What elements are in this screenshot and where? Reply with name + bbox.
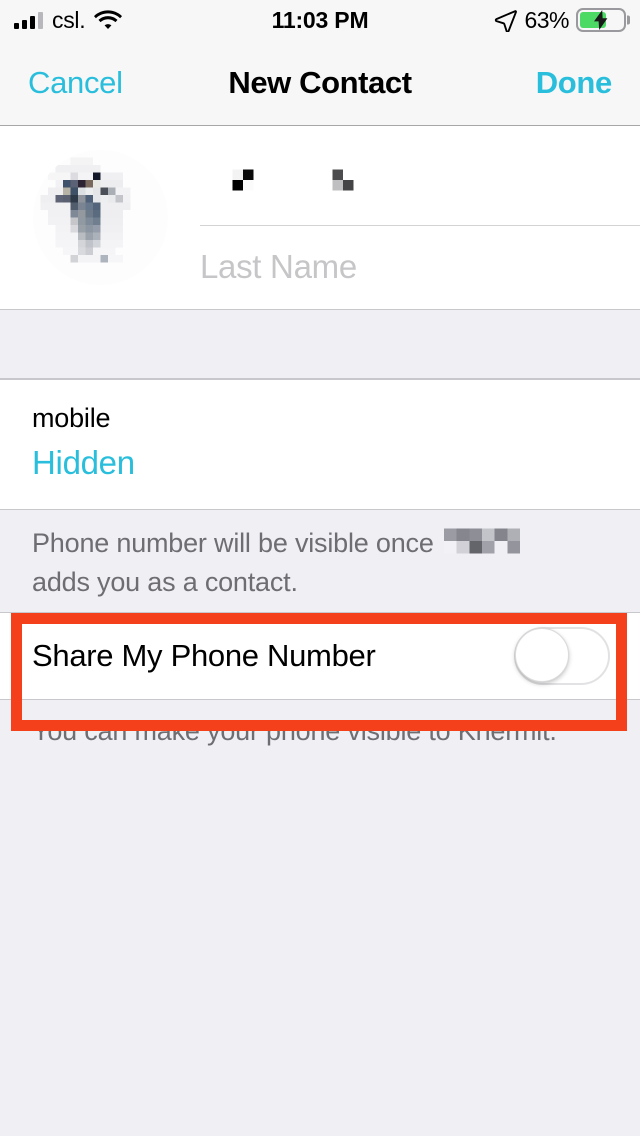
redaction-block-icon <box>222 168 264 201</box>
phone-value[interactable]: Hidden <box>32 442 640 485</box>
section-spacer <box>0 310 640 379</box>
last-name-placeholder: Last Name <box>200 248 357 285</box>
share-phone-footer-note: You can make your phone visible to Kherm… <box>32 715 557 746</box>
share-my-phone-number-label: Share My Phone Number <box>32 637 376 673</box>
redaction-block-icon <box>443 527 520 554</box>
charging-bolt-icon <box>594 10 608 30</box>
phone-visibility-note: Phone number will be visible once adds y… <box>0 510 640 612</box>
status-bar-right: 63% <box>494 8 626 32</box>
avatar[interactable] <box>32 150 168 285</box>
phone-visibility-note-line1: Phone number will be visible once <box>32 527 434 558</box>
toggle-knob <box>515 627 569 682</box>
location-arrow-icon <box>495 9 518 32</box>
done-button[interactable]: Done <box>536 65 613 101</box>
carrier-name: csl. <box>52 6 86 33</box>
avatar-container[interactable] <box>0 144 200 309</box>
avatar-pixelated-photo <box>32 150 168 285</box>
status-bar: csl. 11:03 PM 63% <box>0 0 640 40</box>
first-name-redacted-value <box>200 168 364 202</box>
contact-form: Last Name mobile Hidden Phone number wil… <box>0 126 640 749</box>
battery-percentage: 63% <box>524 6 569 33</box>
cancel-button[interactable]: Cancel <box>28 65 123 101</box>
status-bar-left: csl. <box>14 6 123 33</box>
share-my-phone-number-row[interactable]: Share My Phone Number <box>0 611 640 700</box>
name-fields: Last Name <box>200 144 640 309</box>
battery-icon <box>576 8 626 32</box>
redaction-block-icon <box>322 168 364 201</box>
name-photo-section: Last Name <box>0 126 640 310</box>
share-my-phone-number-toggle[interactable] <box>514 626 610 685</box>
phone-label: mobile <box>32 403 111 433</box>
navigation-bar: Cancel New Contact Done <box>0 40 640 126</box>
phone-section[interactable]: mobile Hidden <box>0 379 640 510</box>
redacted-contact-name <box>443 526 520 565</box>
wifi-icon <box>94 9 123 29</box>
last-name-field[interactable]: Last Name <box>200 226 640 308</box>
first-name-field[interactable] <box>200 144 640 226</box>
phone-visibility-note-line2: adds you as a contact. <box>32 566 298 597</box>
cellular-signal-icon <box>14 11 43 29</box>
